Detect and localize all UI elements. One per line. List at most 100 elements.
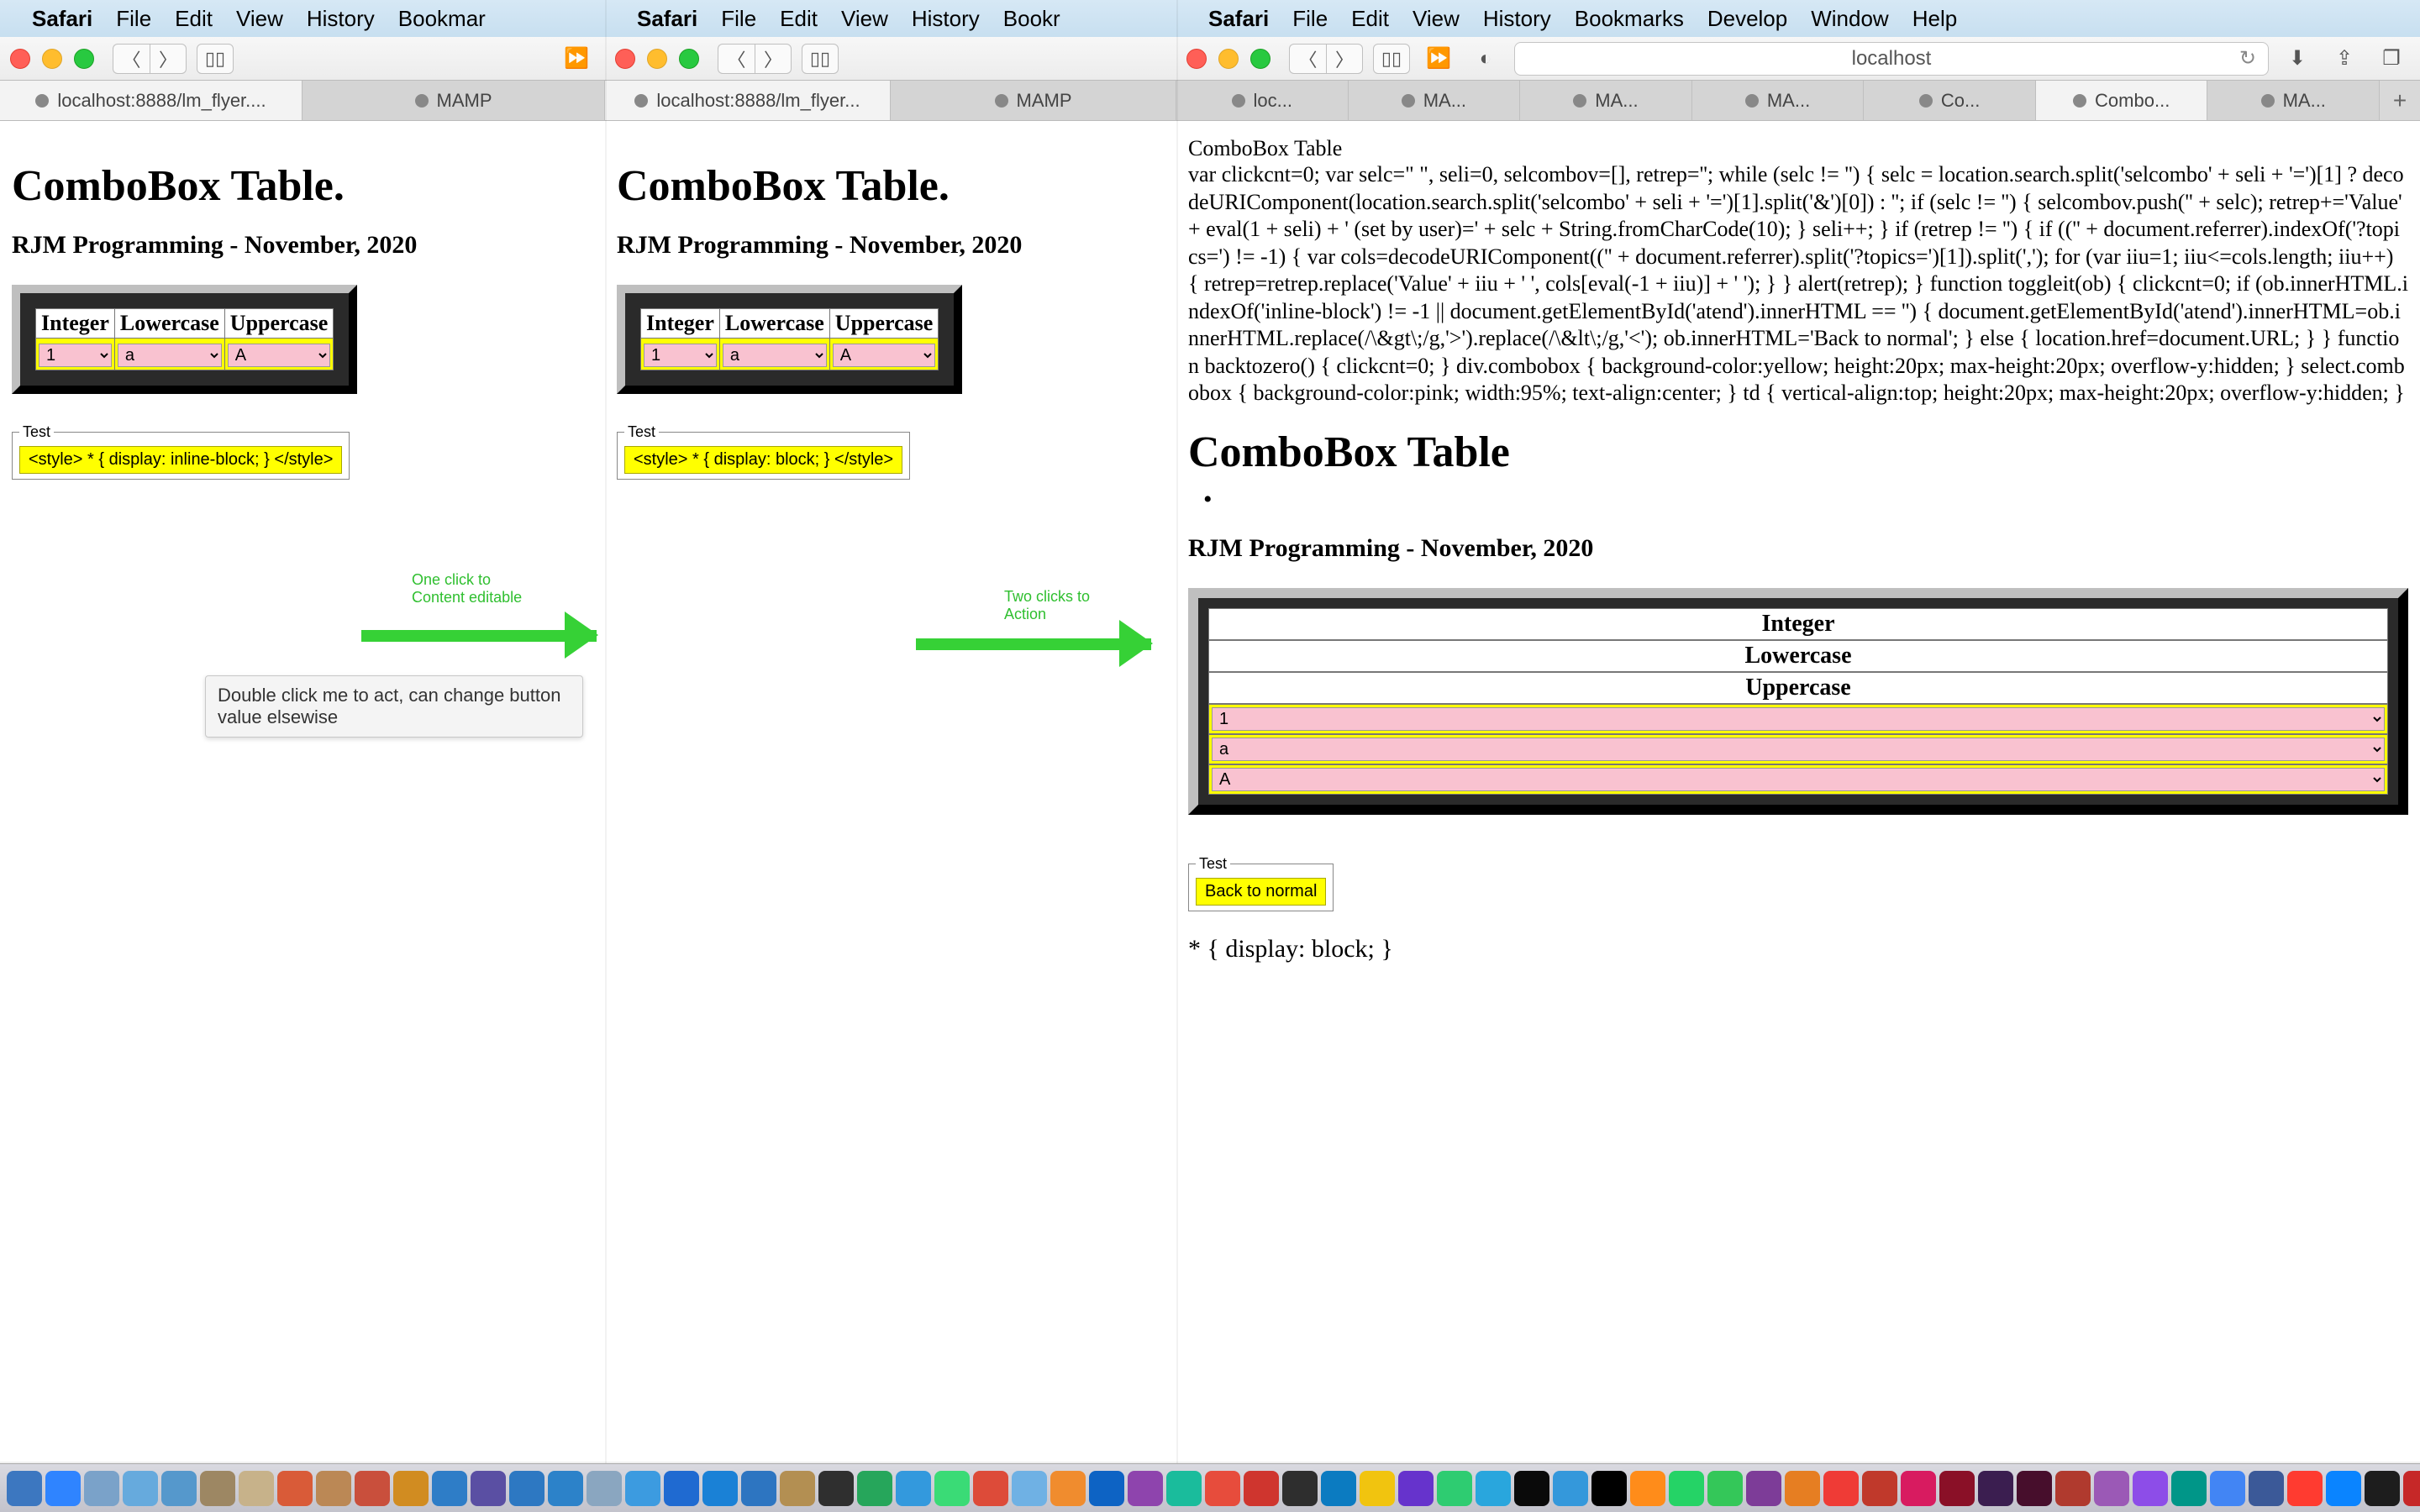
back-button[interactable]: 〈	[718, 44, 755, 74]
integer-select[interactable]: 1	[1212, 707, 2385, 731]
dock-app-icon[interactable]	[316, 1471, 351, 1506]
dock[interactable]	[0, 1463, 2420, 1512]
forward-button[interactable]: 〉	[150, 44, 187, 74]
menubar-middle[interactable]: Safari File Edit View History Bookr	[605, 0, 1176, 37]
fast-forward-icon[interactable]: ⏩	[558, 44, 595, 74]
dock-app-icon[interactable]	[2017, 1471, 2052, 1506]
tab[interactable]: loc...	[1176, 81, 1349, 120]
dock-app-icon[interactable]	[1012, 1471, 1047, 1506]
tab[interactable]: MA...	[1692, 81, 1865, 120]
menu-file[interactable]: File	[1292, 6, 1328, 32]
style-toggle-button[interactable]: <style> * { display: block; } </style>	[624, 446, 902, 474]
dock-app-icon[interactable]	[1282, 1471, 1318, 1506]
dock-app-icon[interactable]	[1591, 1471, 1627, 1506]
downloads-icon[interactable]: ⬇	[2279, 44, 2316, 74]
menu-file[interactable]: File	[721, 6, 756, 32]
sidebar-button[interactable]: ▯▯	[1373, 44, 1410, 74]
dock-app-icon[interactable]	[1244, 1471, 1279, 1506]
menu-help[interactable]: Help	[1912, 6, 1957, 32]
dock-app-icon[interactable]	[1166, 1471, 1202, 1506]
menu-bookmarks[interactable]: Bookmarks	[1575, 6, 1684, 32]
dock-app-icon[interactable]	[741, 1471, 776, 1506]
dock-app-icon[interactable]	[1205, 1471, 1240, 1506]
close-button[interactable]	[615, 49, 635, 69]
dock-app-icon[interactable]	[934, 1471, 970, 1506]
tab[interactable]: MAMP	[891, 81, 1176, 120]
menubar-right[interactable]: Safari File Edit View History Bookmarks …	[1176, 0, 2420, 37]
fast-forward-icon[interactable]: ⏩	[1420, 44, 1457, 74]
menu-history[interactable]: History	[307, 6, 375, 32]
integer-select[interactable]: 1	[39, 344, 112, 367]
sidebar-button[interactable]: ▯▯	[802, 44, 839, 74]
minimize-button[interactable]	[42, 49, 62, 69]
lowercase-select[interactable]: a	[118, 344, 222, 367]
dock-app-icon[interactable]	[1707, 1471, 1743, 1506]
dock-app-icon[interactable]	[355, 1471, 390, 1506]
dock-app-icon[interactable]	[2094, 1471, 2129, 1506]
dock-app-icon[interactable]	[1746, 1471, 1781, 1506]
dock-app-icon[interactable]	[664, 1471, 699, 1506]
dock-app-icon[interactable]	[2249, 1471, 2284, 1506]
menu-bookmarks[interactable]: Bookr	[1003, 6, 1060, 32]
dock-app-icon[interactable]	[45, 1471, 81, 1506]
back-to-normal-button[interactable]: Back to normal	[1196, 878, 1326, 906]
menubar-left[interactable]: Safari File Edit View History Bookmar	[0, 0, 605, 37]
menu-view[interactable]: View	[236, 6, 283, 32]
dock-app-icon[interactable]	[393, 1471, 429, 1506]
menu-history[interactable]: History	[1483, 6, 1551, 32]
menu-view[interactable]: View	[1413, 6, 1460, 32]
appname[interactable]: Safari	[637, 6, 697, 32]
dock-app-icon[interactable]	[818, 1471, 854, 1506]
minimize-button[interactable]	[1218, 49, 1239, 69]
back-button[interactable]: 〈	[1289, 44, 1326, 74]
menu-edit[interactable]: Edit	[175, 6, 213, 32]
uppercase-select[interactable]: A	[228, 344, 331, 367]
close-button[interactable]	[10, 49, 30, 69]
shield-icon[interactable]: ◐	[1467, 44, 1504, 74]
appname[interactable]: Safari	[32, 6, 92, 32]
dock-app-icon[interactable]	[1128, 1471, 1163, 1506]
tab[interactable]: MA...	[2207, 81, 2380, 120]
dock-app-icon[interactable]	[2365, 1471, 2400, 1506]
dock-app-icon[interactable]	[2133, 1471, 2168, 1506]
dock-app-icon[interactable]	[548, 1471, 583, 1506]
uppercase-select[interactable]: A	[833, 344, 936, 367]
dock-app-icon[interactable]	[471, 1471, 506, 1506]
forward-button[interactable]: 〉	[755, 44, 792, 74]
tab[interactable]: Combo...	[2036, 81, 2208, 120]
dock-app-icon[interactable]	[432, 1471, 467, 1506]
dock-app-icon[interactable]	[625, 1471, 660, 1506]
dock-app-icon[interactable]	[2171, 1471, 2207, 1506]
dock-app-icon[interactable]	[587, 1471, 622, 1506]
dock-app-icon[interactable]	[2326, 1471, 2361, 1506]
menu-view[interactable]: View	[841, 6, 888, 32]
dock-app-icon[interactable]	[239, 1471, 274, 1506]
menu-edit[interactable]: Edit	[1351, 6, 1389, 32]
dock-app-icon[interactable]	[1050, 1471, 1086, 1506]
dock-app-icon[interactable]	[1862, 1471, 1897, 1506]
reload-icon[interactable]: ↻	[2239, 46, 2256, 71]
dock-app-icon[interactable]	[123, 1471, 158, 1506]
menu-develop[interactable]: Develop	[1707, 6, 1787, 32]
dock-app-icon[interactable]	[2210, 1471, 2245, 1506]
share-icon[interactable]: ⇪	[2326, 44, 2363, 74]
dock-app-icon[interactable]	[1901, 1471, 1936, 1506]
dock-app-icon[interactable]	[973, 1471, 1008, 1506]
dock-app-icon[interactable]	[1630, 1471, 1665, 1506]
dock-app-icon[interactable]	[702, 1471, 738, 1506]
tab[interactable]: localhost:8888/lm_flyer...	[605, 81, 891, 120]
lowercase-select[interactable]: a	[1212, 738, 2385, 761]
minimize-button[interactable]	[647, 49, 667, 69]
appname[interactable]: Safari	[1208, 6, 1269, 32]
back-button[interactable]: 〈	[113, 44, 150, 74]
style-toggle-button[interactable]: <style> * { display: inline-block; } </s…	[19, 446, 342, 474]
close-button[interactable]	[1186, 49, 1207, 69]
dock-app-icon[interactable]	[7, 1471, 42, 1506]
forward-button[interactable]: 〉	[1326, 44, 1363, 74]
menu-window[interactable]: Window	[1811, 6, 1888, 32]
dock-app-icon[interactable]	[2403, 1471, 2420, 1506]
dock-app-icon[interactable]	[1978, 1471, 2013, 1506]
dock-app-icon[interactable]	[1360, 1471, 1395, 1506]
dock-app-icon[interactable]	[1669, 1471, 1704, 1506]
tabs-overview-icon[interactable]: ❐	[2373, 44, 2410, 74]
